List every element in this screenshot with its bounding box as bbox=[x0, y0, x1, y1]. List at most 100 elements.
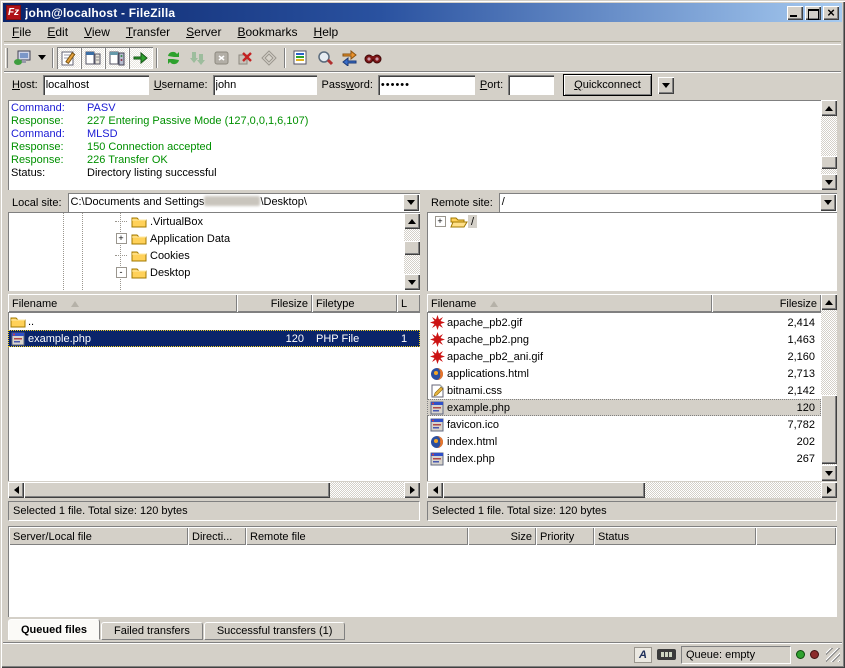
message-log-scrollbar[interactable] bbox=[821, 100, 837, 190]
file-row[interactable]: favicon.ico 7,782 bbox=[427, 416, 821, 433]
tree-expand-icon[interactable]: + bbox=[116, 233, 127, 244]
column-header-filename[interactable]: Filename bbox=[427, 294, 712, 312]
remote-site-dropdown-button[interactable] bbox=[820, 194, 836, 211]
host-input[interactable] bbox=[43, 75, 149, 95]
remote-site-combo[interactable]: / bbox=[499, 193, 837, 212]
menu-bookmarks[interactable]: Bookmarks bbox=[229, 23, 305, 42]
disconnect-button[interactable] bbox=[233, 47, 257, 69]
tab-successful-transfers[interactable]: Successful transfers (1) bbox=[204, 622, 346, 640]
scroll-up-button[interactable] bbox=[404, 213, 420, 229]
local-list-hscrollbar[interactable] bbox=[8, 482, 420, 498]
speed-limits-icon[interactable] bbox=[657, 649, 676, 660]
file-row[interactable]: index.php 267 bbox=[427, 450, 821, 467]
username-input[interactable] bbox=[213, 75, 317, 95]
column-header-filesize[interactable]: Filesize bbox=[712, 294, 821, 312]
file-row[interactable]: apache_pb2_ani.gif 2,160 bbox=[427, 348, 821, 365]
toggle-remote-tree-button[interactable] bbox=[105, 47, 129, 69]
tree-collapse-icon[interactable]: - bbox=[116, 267, 127, 278]
scroll-left-button[interactable] bbox=[8, 482, 24, 498]
file-row-example-php[interactable]: example.php 120 bbox=[427, 399, 821, 416]
scroll-right-button[interactable] bbox=[404, 482, 420, 498]
menu-server[interactable]: Server bbox=[178, 23, 229, 42]
process-queue-icon bbox=[189, 50, 205, 66]
quickconnect-dropdown-button[interactable] bbox=[658, 77, 674, 94]
site-manager-dropdown-button[interactable] bbox=[35, 47, 49, 69]
column-header-last-modified[interactable]: L bbox=[397, 294, 420, 312]
column-header-size[interactable]: Size bbox=[468, 527, 536, 545]
file-row-example-php[interactable]: example.php 120 PHP File 1 bbox=[8, 330, 420, 347]
synchronized-browsing-button[interactable] bbox=[337, 47, 361, 69]
file-row-parent-dir[interactable]: .. bbox=[8, 313, 420, 330]
scrollbar-thumb[interactable] bbox=[24, 482, 330, 498]
scrollbar-thumb[interactable] bbox=[404, 241, 420, 255]
local-site-combo[interactable]: C:\Documents and Settings\Desktop\ bbox=[68, 193, 420, 212]
scroll-up-button[interactable] bbox=[821, 100, 837, 116]
directory-comparison-button[interactable] bbox=[313, 47, 337, 69]
column-header-filesize[interactable]: Filesize bbox=[237, 294, 312, 312]
local-tree-item-desktop[interactable]: - Desktop bbox=[9, 264, 419, 281]
local-tree-item-virtualbox[interactable]: .VirtualBox bbox=[9, 213, 419, 230]
remote-tree-item-root[interactable]: + / bbox=[428, 213, 836, 230]
toggle-local-tree-button[interactable] bbox=[81, 47, 105, 69]
scrollbar-thumb[interactable] bbox=[443, 482, 645, 498]
maximize-button[interactable] bbox=[805, 6, 821, 20]
local-site-dropdown-button[interactable] bbox=[403, 194, 419, 211]
menu-edit[interactable]: Edit bbox=[39, 23, 76, 42]
minimize-button[interactable] bbox=[787, 6, 803, 20]
menu-view[interactable]: View bbox=[76, 23, 118, 42]
remote-list-scrollbar[interactable] bbox=[821, 294, 837, 481]
toggle-message-log-button[interactable] bbox=[57, 47, 81, 69]
cancel-button[interactable] bbox=[209, 47, 233, 69]
scroll-right-button[interactable] bbox=[821, 482, 837, 498]
filter-icon bbox=[293, 50, 309, 66]
scroll-down-button[interactable] bbox=[821, 465, 837, 481]
menu-file[interactable]: File bbox=[4, 23, 39, 42]
site-manager-button[interactable] bbox=[11, 47, 35, 69]
menubar: File Edit View Transfer Server Bookmarks… bbox=[4, 23, 841, 42]
scrollbar-thumb[interactable] bbox=[821, 156, 837, 169]
quickconnect-button[interactable]: Quickconnect bbox=[563, 74, 652, 96]
scroll-left-button[interactable] bbox=[427, 482, 443, 498]
ascii-transfer-type-icon[interactable]: A bbox=[634, 647, 652, 663]
menu-transfer[interactable]: Transfer bbox=[118, 23, 178, 42]
php-file-icon bbox=[10, 332, 26, 346]
file-row[interactable]: applications.html 2,713 bbox=[427, 365, 821, 382]
filter-button[interactable] bbox=[289, 47, 313, 69]
scroll-up-button[interactable] bbox=[821, 294, 837, 310]
close-button[interactable] bbox=[823, 6, 839, 20]
process-queue-button[interactable] bbox=[185, 47, 209, 69]
tab-failed-transfers[interactable]: Failed transfers bbox=[101, 622, 203, 640]
refresh-button[interactable] bbox=[161, 47, 185, 69]
scroll-down-button[interactable] bbox=[821, 174, 837, 190]
file-row[interactable]: apache_pb2.gif 2,414 bbox=[427, 314, 821, 331]
resize-grip[interactable] bbox=[826, 648, 840, 662]
file-row[interactable]: index.html 202 bbox=[427, 433, 821, 450]
port-input[interactable] bbox=[508, 75, 554, 95]
tree-expand-icon[interactable]: + bbox=[435, 216, 446, 227]
local-tree-scrollbar[interactable] bbox=[404, 213, 420, 290]
column-header-priority[interactable]: Priority bbox=[536, 527, 594, 545]
local-tree-item-cookies[interactable]: Cookies bbox=[9, 247, 419, 264]
column-header-status[interactable]: Status bbox=[594, 527, 756, 545]
reconnect-button[interactable] bbox=[257, 47, 281, 69]
local-tree: .VirtualBox + Application Data Cookies -… bbox=[8, 212, 420, 291]
toggle-transfer-queue-button[interactable] bbox=[129, 47, 153, 69]
toolbar-separator bbox=[284, 48, 286, 68]
tab-queued-files[interactable]: Queued files bbox=[8, 619, 100, 640]
file-row[interactable]: apache_pb2.png 1,463 bbox=[427, 331, 821, 348]
remote-list-hscrollbar[interactable] bbox=[427, 482, 837, 498]
column-header-server-local-file[interactable]: Server/Local file bbox=[9, 527, 188, 545]
local-tree-item-application-data[interactable]: + Application Data bbox=[9, 230, 419, 247]
column-header-direction[interactable]: Directi... bbox=[188, 527, 246, 545]
find-files-button[interactable] bbox=[361, 47, 385, 69]
menu-help[interactable]: Help bbox=[306, 23, 347, 42]
column-header-filetype[interactable]: Filetype bbox=[312, 294, 397, 312]
activity-led-red-icon bbox=[810, 650, 819, 659]
file-row[interactable]: bitnami.css 2,142 bbox=[427, 382, 821, 399]
remote-file-list: apache_pb2.gif 2,414 apache_pb2.png 1,46… bbox=[427, 312, 821, 481]
column-header-remote-file[interactable]: Remote file bbox=[246, 527, 468, 545]
scroll-down-button[interactable] bbox=[404, 274, 420, 290]
scrollbar-thumb[interactable] bbox=[821, 395, 837, 464]
column-header-filename[interactable]: Filename bbox=[8, 294, 237, 312]
password-input[interactable] bbox=[378, 75, 475, 95]
